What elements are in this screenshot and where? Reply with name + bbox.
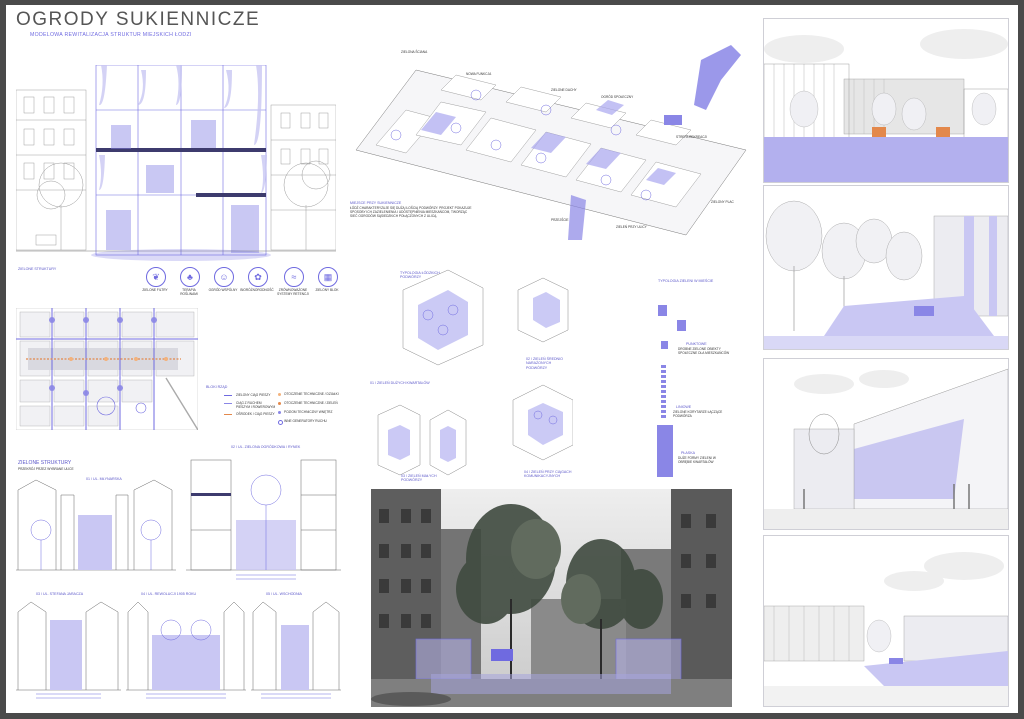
isometric-note-title: MIEJSCE PRZY SUKIENNICZE bbox=[350, 201, 402, 205]
callout: ZIELONE DACHY bbox=[551, 88, 577, 92]
green-type-name: PUNKTOWE bbox=[686, 342, 707, 346]
street-section-5: 05 / UL. WSCHODNIA bbox=[251, 590, 341, 702]
street-section-2: 02 / UL. ZIELONA OGRÓDKOWA / RYNEK bbox=[186, 445, 341, 585]
render-panel-3 bbox=[763, 358, 1009, 530]
courtyard-label: 01 / ZIELEŃ DUŻYCH KWARTAŁÓW bbox=[370, 381, 430, 385]
green-type-name: PŁASKA bbox=[681, 451, 695, 455]
section-label: 03 / UL. STEFANA JARACZA bbox=[36, 592, 84, 596]
courtyard-typology-drawings: 01 / ZIELEŃ DUŻYCH KWARTAŁÓW 02 / ZIELEŃ… bbox=[368, 260, 573, 485]
icon-strip: ❦ ZIELONE FILTRY ♣ TERAPIA ROŚLINAMI ☺ O… bbox=[142, 267, 346, 303]
legend-item: otoczenie techniczne / zieleń bbox=[284, 401, 338, 405]
street-section-4: 04 / UL. REWOLUCJI 1905 ROKU bbox=[126, 590, 246, 702]
flower-icon: ✿ bbox=[248, 267, 268, 287]
water-icon: ≈ bbox=[284, 267, 304, 287]
callout: OGRÓD SPOŁECZNY bbox=[601, 95, 634, 99]
section-label: 04 / UL. REWOLUCJI 1905 ROKU bbox=[141, 592, 197, 596]
green-type-desc: ZIELONE KORYTARZE ŁĄCZĄCE PODWÓRZA bbox=[673, 410, 723, 418]
callout: PRZEJŚCIE bbox=[551, 218, 569, 222]
poster-sheet: OGRODY SUKIENNICZE MODELOWA REWITALIZACJ… bbox=[6, 5, 1018, 713]
section-label: 02 / UL. ZIELONA OGRÓDKOWA / RYNEK bbox=[231, 445, 301, 449]
legend-item: zielony ciąg pieszy bbox=[236, 393, 271, 397]
point-green-swatch bbox=[661, 341, 668, 349]
plant-icon: ♣ bbox=[180, 267, 200, 287]
sections-title: ZIELONE STRUKTURY bbox=[18, 460, 72, 466]
icon-label: TERAPIA ROŚLINAMI bbox=[180, 288, 198, 296]
isometric-note-text: ŁÓDŹ CHARAKTERYZUJE SIĘ DUŻĄ ILOŚCIĄ POD… bbox=[350, 206, 472, 218]
poster-subtitle: MODELOWA REWITALIZACJA STRUKTUR MIEJSKIC… bbox=[30, 32, 192, 38]
plane-green-swatch bbox=[657, 425, 673, 477]
callout: ZIELONY PLAC bbox=[711, 200, 734, 204]
icon-label: ZRÓWNOWAŻONE SYSTEMY RETENCJI bbox=[277, 288, 309, 296]
callout: ZIELONA ŚCIANA bbox=[401, 50, 428, 54]
people-icon: ☺ bbox=[214, 267, 234, 287]
poster-title: OGRODY SUKIENNICZE bbox=[16, 9, 261, 30]
section-label: 05 / UL. WSCHODNIA bbox=[266, 592, 302, 596]
icon-label: ZIELONY BLOK bbox=[315, 288, 339, 292]
city-map bbox=[16, 308, 198, 430]
courtyard-label: 02 / ZIELEŃ ŚREDNIO NARAŻONYCH PODWÓRZY bbox=[526, 357, 563, 370]
legend-item: ciąg z ruchem pieszym i rowerowym bbox=[236, 401, 276, 409]
courtyard-render bbox=[371, 489, 732, 707]
render-panel-2 bbox=[763, 185, 1009, 350]
typology-green-title: TYPOLOGIA ZIELENI W MIEŚCIE bbox=[658, 279, 714, 283]
street-section-1: 01 / UL. MŁYNARSKA bbox=[16, 475, 176, 575]
legend-item: inne generatory ruchu bbox=[284, 419, 327, 423]
render-panel-1 bbox=[763, 18, 1009, 183]
green-type-desc: DROBNE ZIELONE OBIEKTY SPOŁECZNE DLA MIE… bbox=[678, 347, 730, 355]
courtyard-label: 03 / ZIELEŃ MAŁYCH PODWÓRZY bbox=[401, 474, 437, 483]
strip-label: ZIELONE STRUKTURY bbox=[18, 267, 57, 271]
linear-green-swatch bbox=[661, 365, 666, 420]
point-green-swatch bbox=[677, 320, 686, 331]
green-type-desc: DUŻE FORMY ZIELENI W OBRĘBIE KWARTAŁÓW bbox=[678, 456, 716, 464]
section-label: 01 / UL. MŁYNARSKA bbox=[86, 477, 122, 481]
render-panel-4 bbox=[763, 535, 1009, 707]
legend-item: otoczenie techniczne / działki bbox=[284, 392, 339, 396]
map-legend: BLOKI RZĄD zielony ciąg pieszy ciąg z ru… bbox=[206, 385, 341, 431]
building-icon: ▦ bbox=[318, 267, 338, 287]
icon-label: BIORÓŻNORODNOŚĆ bbox=[240, 288, 274, 292]
callout: ZIELEŃ PRZY ULICY bbox=[616, 225, 647, 229]
sections-subtitle: PRZEKRÓJ PRZEZ WYBRANE ULICE bbox=[18, 467, 74, 471]
courtyard-label: 04 / ZIELEŃ PRZY CIĄGACH KOMUNIKACYJNYCH bbox=[524, 470, 572, 479]
leaf-icon: ❦ bbox=[146, 267, 166, 287]
green-type-name: LINIOWE bbox=[676, 405, 692, 409]
legend-item: poziom techniczny wnętrz bbox=[284, 410, 333, 414]
callout: STREFA REKREACJI bbox=[676, 135, 707, 139]
legend-title: BLOKI RZĄD bbox=[206, 385, 228, 389]
building-section-drawing bbox=[16, 65, 336, 265]
point-green-swatch bbox=[658, 305, 667, 316]
icon-label: ZIELONE FILTRY bbox=[142, 288, 168, 292]
icon-label: OGRÓD WSPÓLNY bbox=[208, 288, 238, 292]
street-section-3: 03 / UL. STEFANA JARACZA bbox=[16, 590, 121, 702]
callout: NOWA FUNKCJA bbox=[466, 72, 492, 76]
legend-item: ośrodek / ciąg pieszy bbox=[236, 412, 275, 416]
